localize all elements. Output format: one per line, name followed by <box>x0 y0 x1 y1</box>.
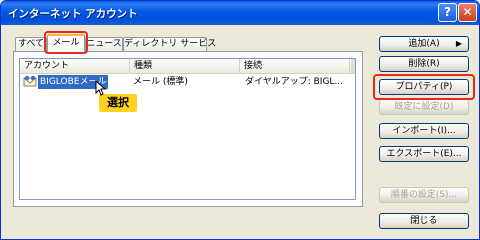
set-default-button[interactable]: 既定に設定(D) <box>379 99 469 115</box>
add-button[interactable]: 追加(A) ▶ <box>379 36 469 52</box>
list-header: アカウント 種類 接続 <box>20 59 355 74</box>
tab-directory-service[interactable]: ディレクトリ サービス <box>123 37 216 51</box>
mail-account-icon <box>23 75 37 89</box>
properties-button[interactable]: プロパティ(P) <box>379 79 469 95</box>
column-header-account[interactable]: アカウント <box>20 59 130 73</box>
account-connection: ダイヤルアップ: BIGL... <box>245 77 344 87</box>
close-window-button[interactable]: ✕ <box>458 3 477 22</box>
internet-accounts-dialog: インターネット アカウント ? ✕ すべて メール ニュース ディレクトリ サー… <box>0 0 480 240</box>
add-button-label: 追加(A) <box>408 39 440 49</box>
tab-all[interactable]: すべて <box>15 37 47 51</box>
help-button[interactable]: ? <box>438 3 457 22</box>
export-button[interactable]: エクスポート(E)... <box>379 146 469 162</box>
select-callout: 選択 <box>99 94 137 112</box>
column-header-type[interactable]: 種類 <box>130 59 240 73</box>
account-list[interactable]: アカウント 種類 接続 BIGLOBEメール メール (標準) ダイヤルアップ:… <box>19 58 356 200</box>
set-order-button[interactable]: 順番の設定(S)... <box>379 187 469 203</box>
remove-button[interactable]: 削除(R) <box>379 56 469 72</box>
title-bar[interactable]: インターネット アカウント ? ✕ <box>1 1 479 25</box>
import-button[interactable]: インポート(I)... <box>379 123 469 139</box>
account-type: メール (標準) <box>133 77 188 87</box>
header-scroll-stub <box>351 59 355 73</box>
close-button[interactable]: 閉じる <box>379 213 469 229</box>
column-header-connection[interactable]: 接続 <box>240 59 350 73</box>
mouse-cursor-icon <box>95 80 107 96</box>
submenu-arrow-icon: ▶ <box>455 39 462 48</box>
tab-mail[interactable]: メール <box>47 34 85 52</box>
window-title: インターネット アカウント <box>8 8 138 20</box>
table-row[interactable]: BIGLOBEメール メール (標準) ダイヤルアップ: BIGL... <box>20 75 355 89</box>
tab-news[interactable]: ニュース <box>85 37 123 51</box>
